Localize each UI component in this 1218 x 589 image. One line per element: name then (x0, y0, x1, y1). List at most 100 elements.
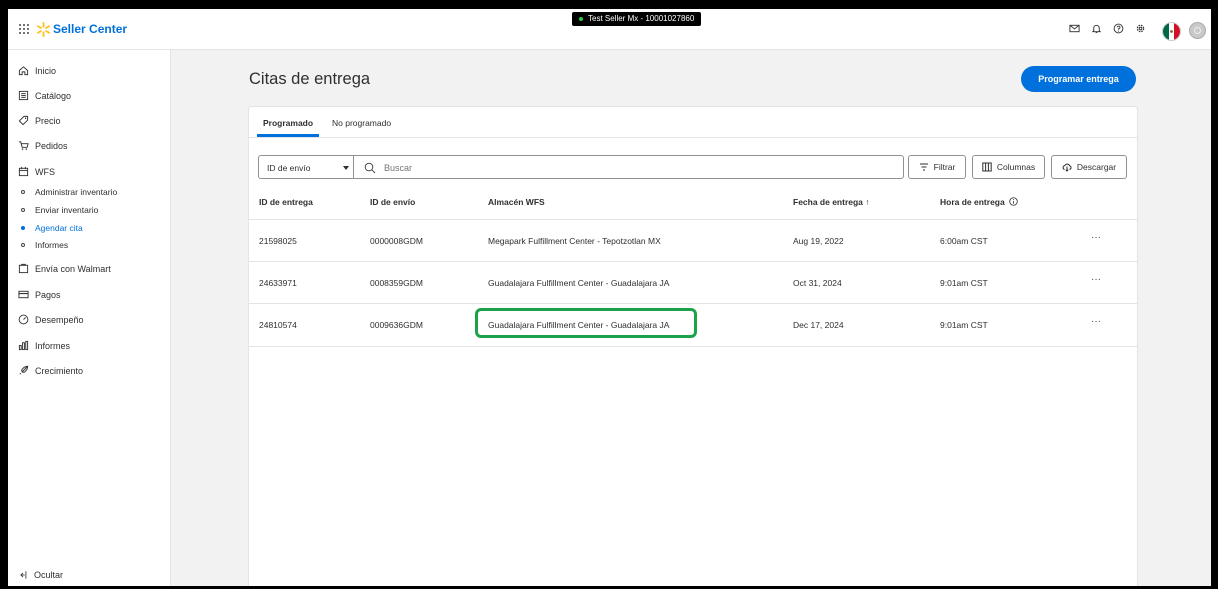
sidebar-item-label: Pedidos (35, 140, 68, 151)
search-input[interactable] (382, 159, 886, 177)
sidebar-item-label: Informes (35, 340, 71, 351)
column-header-delivery-time[interactable]: Hora de entrega (940, 197, 1018, 207)
sidebar-subitem-administrar-inventario[interactable]: Administrar inventario (21, 187, 117, 197)
sidebar-subitem-label: Informes (35, 240, 69, 250)
search-field-select-value: ID de envío (267, 163, 311, 173)
sidebar-item-inicio[interactable]: Inicio (18, 65, 56, 76)
sidebar: Inicio Catálogo Precio Pedidos WFS Admin… (8, 50, 171, 586)
cell-warehouse: Megapark Fulfillment Center - Tepotzotla… (488, 236, 661, 246)
search-box[interactable] (353, 155, 904, 179)
cell-delivery-date: Oct 31, 2024 (793, 278, 842, 288)
sidebar-item-label: Envía con Walmart (35, 263, 111, 274)
main-content: Citas de entrega Programar entrega Progr… (171, 50, 1211, 586)
sidebar-item-label: Desempeño (35, 314, 84, 325)
sidebar-subitem-enviar-inventario[interactable]: Enviar inventario (21, 205, 98, 215)
table-row[interactable]: 21598025 0000008GDM Megapark Fulfillment… (249, 219, 1137, 262)
bullet-icon (21, 226, 25, 230)
sidebar-item-precio[interactable]: Precio (18, 115, 61, 126)
home-icon (18, 66, 29, 76)
sidebar-item-label: WFS (35, 166, 55, 177)
cell-shipment-id: 0008359GDM (370, 278, 423, 288)
sidebar-subitem-agendar-cita[interactable]: Agendar cita (21, 223, 83, 233)
more-options-icon[interactable]: ··· (1091, 316, 1101, 327)
sidebar-item-catalogo[interactable]: Catálogo (18, 90, 71, 101)
filter-button[interactable]: Filtrar (908, 155, 966, 179)
hide-sidebar-button[interactable]: Ocultar (18, 570, 63, 580)
reports-icon (18, 340, 29, 351)
deliveries-card: Programado No programado ID de envío Fil… (248, 106, 1138, 586)
download-button-label: Descargar (1076, 162, 1117, 172)
cell-delivery-date: Aug 19, 2022 (793, 236, 844, 246)
brand-name[interactable]: Seller Center (53, 22, 127, 36)
mexico-flag-icon[interactable] (1162, 22, 1181, 41)
column-header-warehouse[interactable]: Almacén WFS (488, 197, 545, 207)
sidebar-subitem-label: Agendar cita (35, 223, 83, 233)
bullet-icon (21, 243, 25, 247)
sidebar-item-crecimiento[interactable]: Crecimiento (18, 365, 83, 376)
more-options-icon[interactable]: ··· (1091, 232, 1101, 243)
info-icon[interactable] (1009, 197, 1018, 206)
columns-button-label: Columnas (996, 162, 1036, 172)
sidebar-subitem-label: Administrar inventario (35, 187, 118, 197)
sidebar-item-wfs[interactable]: WFS (18, 166, 55, 177)
sidebar-item-label: Catálogo (35, 90, 72, 101)
rocket-icon (19, 365, 29, 375)
sidebar-item-desempeno[interactable]: Desempeño (18, 314, 84, 325)
bell-icon[interactable] (1091, 23, 1102, 34)
shipping-icon (18, 263, 29, 274)
cell-delivery-date: Dec 17, 2024 (793, 320, 844, 330)
sidebar-item-label: Pagos (35, 289, 61, 300)
cell-delivery-id: 21598025 (259, 236, 297, 246)
payments-icon (18, 290, 29, 299)
filter-button-label: Filtrar (933, 162, 956, 172)
sidebar-subitem-label: Enviar inventario (35, 205, 99, 215)
bullet-icon (21, 208, 25, 212)
sidebar-item-informes[interactable]: Informes (18, 340, 70, 351)
active-tab-indicator (257, 134, 319, 137)
schedule-delivery-button[interactable]: Programar entrega (1021, 66, 1136, 92)
column-header-delivery-date[interactable]: Fecha de entrega ↑ (793, 197, 870, 207)
column-header-delivery-time-label: Hora de entrega (940, 197, 1005, 207)
catalog-icon (18, 90, 29, 101)
tab-no-programado[interactable]: No programado (332, 118, 391, 128)
page-title: Citas de entrega (249, 70, 371, 88)
performance-icon (18, 314, 29, 325)
cell-delivery-time: 9:01am CST (940, 320, 988, 330)
seller-badge-text: Test Seller Mx - 10001027860 (588, 14, 695, 23)
help-icon[interactable] (1113, 23, 1124, 34)
app-grid-icon[interactable] (18, 23, 30, 35)
search-field-select[interactable]: ID de envío (258, 155, 354, 179)
download-button[interactable]: Descargar (1051, 155, 1127, 179)
walmart-spark-icon (36, 22, 51, 37)
sidebar-item-pedidos[interactable]: Pedidos (18, 140, 68, 151)
chevron-down-icon (343, 166, 349, 170)
cell-delivery-time: 9:01am CST (940, 278, 988, 288)
cell-shipment-id: 0000008GDM (370, 236, 423, 246)
cell-delivery-id: 24633971 (259, 278, 297, 288)
sidebar-item-label: Crecimiento (35, 365, 84, 376)
cloud-download-icon (1062, 163, 1072, 172)
column-header-shipment-id[interactable]: ID de envío (370, 197, 415, 207)
sidebar-subitem-informes[interactable]: Informes (21, 240, 68, 250)
columns-button[interactable]: Columnas (972, 155, 1045, 179)
table-row[interactable]: 24633971 0008359GDM Guadalajara Fulfillm… (249, 261, 1137, 304)
hide-sidebar-label: Ocultar (34, 570, 64, 580)
collapse-icon (20, 571, 27, 579)
settings-gear-icon[interactable] (1135, 23, 1146, 34)
wfs-icon (18, 166, 29, 177)
sidebar-item-envia-con-walmart[interactable]: Envía con Walmart (18, 263, 111, 274)
column-header-delivery-id[interactable]: ID de entrega (259, 197, 313, 207)
filter-icon (919, 163, 928, 171)
more-options-icon[interactable]: ··· (1091, 274, 1101, 285)
highlight-box (475, 308, 697, 338)
search-icon (364, 162, 376, 174)
sidebar-item-label: Inicio (35, 65, 57, 76)
avatar[interactable] (1189, 22, 1206, 39)
mail-icon[interactable] (1069, 23, 1080, 34)
app-window: Seller Center Test Seller Mx - 100010278… (8, 9, 1211, 586)
cell-delivery-time: 6:00am CST (940, 236, 988, 246)
sidebar-item-pagos[interactable]: Pagos (18, 289, 61, 300)
online-status-icon (579, 16, 583, 21)
tab-programado[interactable]: Programado (263, 118, 313, 128)
seller-badge: Test Seller Mx - 10001027860 (572, 12, 702, 26)
